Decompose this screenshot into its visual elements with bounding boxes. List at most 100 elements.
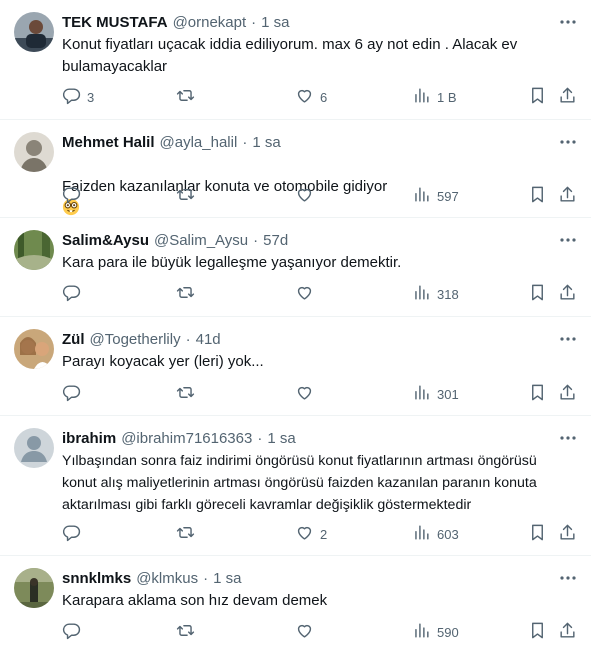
reply-icon bbox=[62, 523, 81, 545]
views-button[interactable]: 603 bbox=[412, 524, 459, 544]
tweet-actions: 590 bbox=[62, 622, 577, 642]
share-icon bbox=[558, 383, 577, 405]
more-dots-icon[interactable] bbox=[559, 134, 577, 150]
author-name[interactable]: Salim&Aysu bbox=[62, 232, 149, 249]
author-name[interactable]: Zül bbox=[62, 331, 85, 348]
avatar[interactable] bbox=[14, 132, 54, 172]
timestamp[interactable]: 57d bbox=[263, 232, 288, 249]
author-name[interactable]: TEK MUSTAFA bbox=[62, 14, 168, 31]
retweet-icon bbox=[176, 86, 195, 108]
separator-dot: · bbox=[185, 330, 191, 348]
bookmark-button[interactable] bbox=[528, 284, 547, 304]
share-icon bbox=[558, 283, 577, 305]
separator-dot: · bbox=[257, 429, 263, 447]
tweet[interactable]: TEK MUSTAFA @ornekapt · 1 sa Konut fiyat… bbox=[0, 0, 591, 120]
like-button[interactable] bbox=[295, 186, 320, 206]
more-dots-icon[interactable] bbox=[559, 331, 577, 347]
timestamp[interactable]: 41d bbox=[196, 331, 221, 348]
heart-icon bbox=[295, 86, 314, 108]
timestamp[interactable]: 1 sa bbox=[252, 134, 280, 151]
tweet-actions: 3 6 1 B bbox=[62, 87, 577, 107]
timestamp[interactable]: 1 sa bbox=[213, 570, 241, 587]
bookmark-button[interactable] bbox=[528, 524, 547, 544]
separator-dot: · bbox=[242, 133, 248, 151]
heart-icon bbox=[295, 383, 314, 405]
author-handle[interactable]: @ayla_halil bbox=[160, 134, 238, 151]
heart-icon bbox=[295, 621, 314, 643]
reply-button[interactable] bbox=[62, 384, 87, 404]
tweet[interactable]: ibrahim @ibrahim71616363 · 1 sa Yılbaşın… bbox=[0, 416, 591, 556]
avatar[interactable] bbox=[14, 329, 54, 369]
views-chart-icon bbox=[412, 383, 431, 405]
bookmark-icon bbox=[528, 383, 547, 405]
share-button[interactable] bbox=[558, 186, 577, 206]
bookmark-button[interactable] bbox=[528, 384, 547, 404]
share-button[interactable] bbox=[558, 622, 577, 642]
views-count: 1 B bbox=[437, 89, 457, 105]
avatar[interactable] bbox=[14, 568, 54, 608]
timestamp[interactable]: 1 sa bbox=[267, 430, 295, 447]
views-button[interactable]: 301 bbox=[412, 384, 459, 404]
share-button[interactable] bbox=[558, 384, 577, 404]
share-button[interactable] bbox=[558, 284, 577, 304]
reply-button[interactable] bbox=[62, 524, 87, 544]
bookmark-button[interactable] bbox=[528, 186, 547, 206]
bookmark-icon bbox=[528, 283, 547, 305]
reply-button[interactable] bbox=[62, 284, 87, 304]
retweet-button[interactable] bbox=[176, 87, 201, 107]
author-name[interactable]: ibrahim bbox=[62, 430, 116, 447]
bookmark-button[interactable] bbox=[528, 87, 547, 107]
author-handle[interactable]: @Togetherlily bbox=[90, 331, 181, 348]
views-chart-icon bbox=[412, 621, 431, 643]
retweet-button[interactable] bbox=[176, 622, 201, 642]
retweet-button[interactable] bbox=[176, 524, 201, 544]
tweet[interactable]: snnklmks @klmkus · 1 sa Karapara aklama … bbox=[0, 556, 591, 657]
avatar[interactable] bbox=[14, 230, 54, 270]
reply-button[interactable]: 3 bbox=[62, 87, 94, 107]
like-button[interactable] bbox=[295, 622, 320, 642]
tweet[interactable]: Mehmet Halil @ayla_halil · 1 sa Faizden … bbox=[0, 120, 591, 218]
more-dots-icon[interactable] bbox=[559, 14, 577, 30]
like-button[interactable] bbox=[295, 384, 320, 404]
share-button[interactable] bbox=[558, 87, 577, 107]
views-chart-icon bbox=[412, 185, 431, 207]
author-handle[interactable]: @ibrahim71616363 bbox=[121, 430, 252, 447]
views-button[interactable]: 1 B bbox=[412, 87, 457, 107]
views-button[interactable]: 590 bbox=[412, 622, 459, 642]
author-handle[interactable]: @Salim_Aysu bbox=[154, 232, 248, 249]
tweet[interactable]: Salim&Aysu @Salim_Aysu · 57d Kara para i… bbox=[0, 218, 591, 317]
author-handle[interactable]: @ornekapt bbox=[173, 14, 247, 31]
reply-button[interactable] bbox=[62, 622, 87, 642]
tweet[interactable]: Zül @Togetherlily · 41d Parayı koyacak y… bbox=[0, 317, 591, 416]
author-name[interactable]: snnklmks bbox=[62, 570, 131, 587]
bookmark-icon bbox=[528, 523, 547, 545]
avatar[interactable] bbox=[14, 428, 54, 468]
bookmark-icon bbox=[528, 86, 547, 108]
retweet-icon bbox=[176, 283, 195, 305]
reply-button[interactable] bbox=[62, 186, 87, 206]
bookmark-icon bbox=[528, 621, 547, 643]
like-button[interactable] bbox=[295, 284, 320, 304]
tweet-text: Konut fiyatları uçacak iddia ediliyorum.… bbox=[62, 36, 518, 75]
views-button[interactable]: 318 bbox=[412, 284, 459, 304]
heart-icon bbox=[295, 185, 314, 207]
retweet-button[interactable] bbox=[176, 186, 201, 206]
author-name[interactable]: Mehmet Halil bbox=[62, 134, 155, 151]
like-button[interactable]: 2 bbox=[295, 524, 327, 544]
tweet-actions: 318 bbox=[62, 284, 577, 304]
bookmark-button[interactable] bbox=[528, 622, 547, 642]
retweet-button[interactable] bbox=[176, 284, 201, 304]
timestamp[interactable]: 1 sa bbox=[261, 14, 289, 31]
avatar[interactable] bbox=[14, 12, 54, 52]
retweet-button[interactable] bbox=[176, 384, 201, 404]
tweet-actions: 597 bbox=[62, 186, 577, 206]
more-dots-icon[interactable] bbox=[559, 570, 577, 586]
like-button[interactable]: 6 bbox=[295, 87, 327, 107]
author-handle[interactable]: @klmkus bbox=[136, 570, 198, 587]
more-dots-icon[interactable] bbox=[559, 232, 577, 248]
share-button[interactable] bbox=[558, 524, 577, 544]
reply-icon bbox=[62, 283, 81, 305]
views-chart-icon bbox=[412, 283, 431, 305]
views-button[interactable]: 597 bbox=[412, 186, 459, 206]
more-dots-icon[interactable] bbox=[559, 430, 577, 446]
